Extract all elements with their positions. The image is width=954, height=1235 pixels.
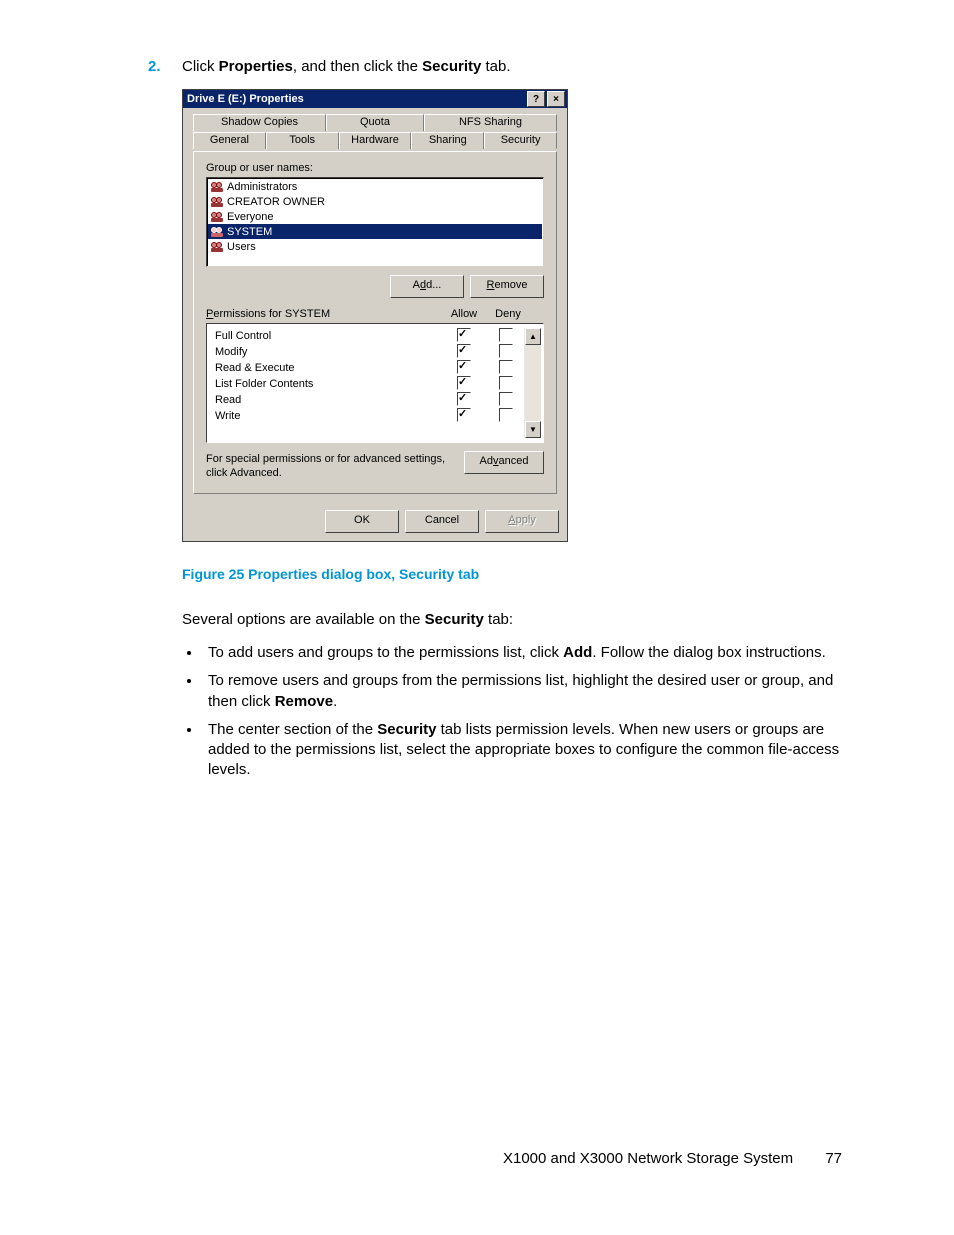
bullet-item: To remove users and groups from the perm… <box>202 671 848 712</box>
group-listbox[interactable]: Administrators CREATOR OWNER Everyone SY… <box>206 177 544 267</box>
tab-shadow-copies[interactable]: Shadow Copies <box>193 114 326 131</box>
tab-sharing[interactable]: Sharing <box>411 132 484 149</box>
perm-row: Modify <box>215 344 524 360</box>
page-footer: X1000 and X3000 Network Storage System 7… <box>503 1150 842 1167</box>
list-item[interactable]: Administrators <box>208 179 542 194</box>
bullet-item: To add users and groups to the permissio… <box>202 643 848 663</box>
tab-tools[interactable]: Tools <box>266 132 339 149</box>
help-icon[interactable]: ? <box>527 91 545 107</box>
deny-modify-checkbox[interactable] <box>499 344 513 358</box>
group-icon <box>210 241 224 253</box>
bullet-list: To add users and groups to the permissio… <box>182 643 848 781</box>
allow-read-checkbox[interactable] <box>457 392 471 406</box>
allow-read-execute-checkbox[interactable] <box>457 360 471 374</box>
footer-title: X1000 and X3000 Network Storage System <box>503 1150 793 1167</box>
step-number: 2. <box>148 58 182 75</box>
list-item[interactable]: Everyone <box>208 209 542 224</box>
properties-dialog: Drive E (E:) Properties ? × Shadow Copie… <box>182 89 568 542</box>
scroll-up-icon[interactable]: ▲ <box>525 328 541 345</box>
perm-row: Read <box>215 392 524 408</box>
allow-modify-checkbox[interactable] <box>457 344 471 358</box>
col-deny: Deny <box>488 308 528 320</box>
cancel-button[interactable]: Cancel <box>405 510 479 533</box>
allow-list-folder-checkbox[interactable] <box>457 376 471 390</box>
deny-full-control-checkbox[interactable] <box>499 328 513 342</box>
step-text: Click Properties, and then click the Sec… <box>182 58 511 75</box>
group-icon <box>210 211 224 223</box>
group-label: Group or user names: <box>206 162 544 174</box>
tab-security[interactable]: Security <box>484 132 557 149</box>
list-item-selected[interactable]: SYSTEM <box>208 224 542 239</box>
title-bar: Drive E (E:) Properties ? × <box>183 90 567 108</box>
scroll-down-icon[interactable]: ▼ <box>525 421 541 438</box>
figure-caption: Figure 25 Properties dialog box, Securit… <box>182 566 848 582</box>
advanced-text: For special permissions or for advanced … <box>206 451 454 481</box>
dialog-title: Drive E (E:) Properties <box>187 93 525 105</box>
perm-row: Write <box>215 408 524 424</box>
step-line: 2. Click Properties, and then click the … <box>148 58 848 75</box>
deny-list-folder-checkbox[interactable] <box>499 376 513 390</box>
tab-hardware[interactable]: Hardware <box>339 132 412 149</box>
tab-nfs-sharing[interactable]: NFS Sharing <box>424 114 557 131</box>
bullet-item: The center section of the Security tab l… <box>202 720 848 781</box>
tab-general[interactable]: General <box>193 132 266 149</box>
remove-button[interactable]: Remove <box>470 275 544 298</box>
tab-quota[interactable]: Quota <box>326 114 424 131</box>
permissions-for-label: Permissions for SYSTEM <box>206 308 440 320</box>
page-number: 77 <box>825 1150 842 1167</box>
apply-button: Apply <box>485 510 559 533</box>
perm-row: List Folder Contents <box>215 376 524 392</box>
list-item[interactable]: Users <box>208 239 542 254</box>
advanced-button[interactable]: Advanced <box>464 451 544 474</box>
permissions-listbox: Full Control Modify Read & Execute List … <box>206 323 544 443</box>
deny-read-execute-checkbox[interactable] <box>499 360 513 374</box>
para: Several options are available on the Sec… <box>182 610 848 630</box>
allow-full-control-checkbox[interactable] <box>457 328 471 342</box>
list-item[interactable]: CREATOR OWNER <box>208 194 542 209</box>
group-icon <box>210 181 224 193</box>
scrollbar[interactable]: ▲ ▼ <box>524 328 541 438</box>
add-button[interactable]: Add... <box>390 275 464 298</box>
perm-row: Read & Execute <box>215 360 524 376</box>
group-icon <box>210 196 224 208</box>
ok-button[interactable]: OK <box>325 510 399 533</box>
close-icon[interactable]: × <box>547 91 565 107</box>
group-icon <box>210 226 224 238</box>
col-allow: Allow <box>440 308 488 320</box>
deny-write-checkbox[interactable] <box>499 408 513 422</box>
deny-read-checkbox[interactable] <box>499 392 513 406</box>
perm-row: Full Control <box>215 328 524 344</box>
allow-write-checkbox[interactable] <box>457 408 471 422</box>
